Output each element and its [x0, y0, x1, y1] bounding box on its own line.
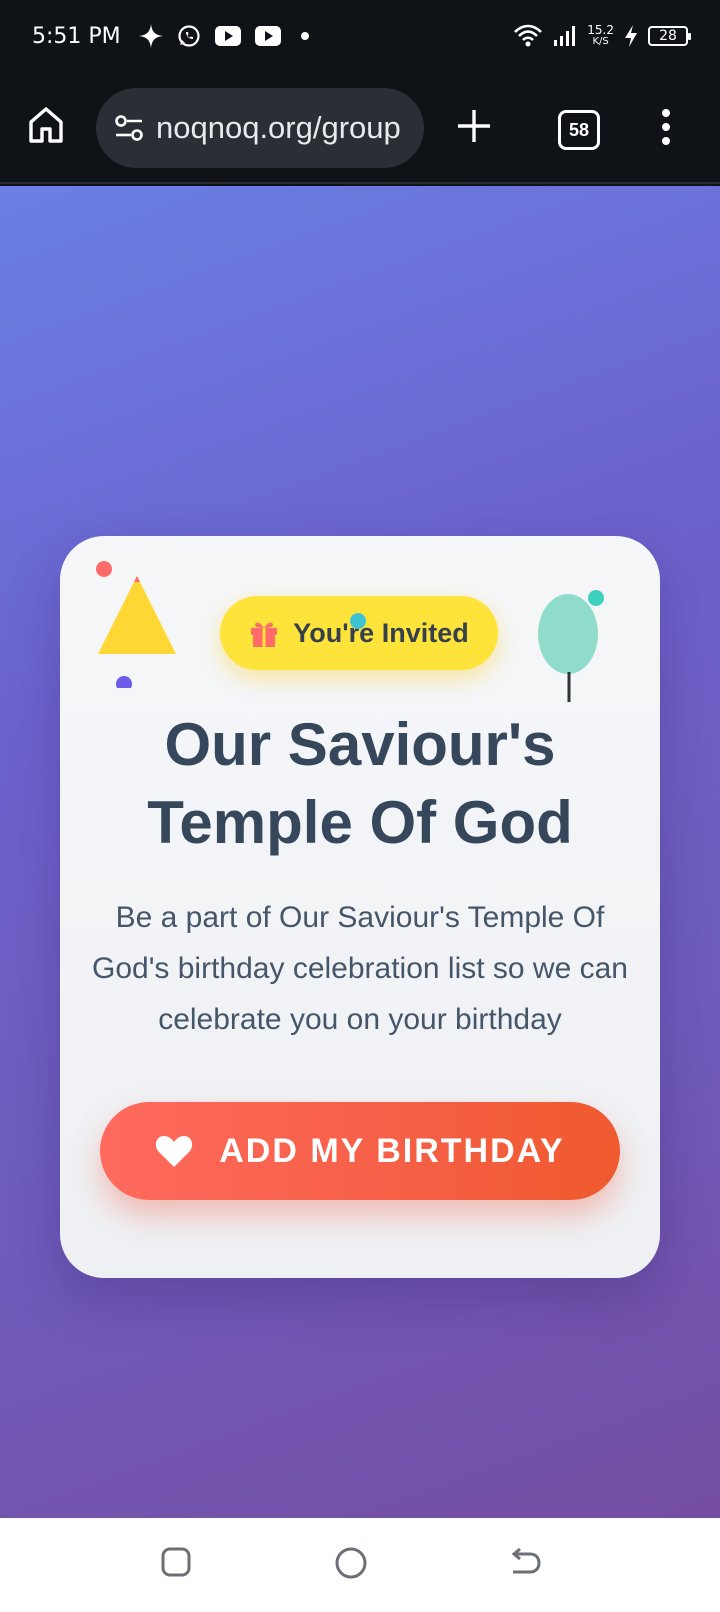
home-circle-icon[interactable]	[334, 1546, 368, 1580]
balloon-decoration-icon	[538, 590, 604, 702]
sparkle-icon	[138, 24, 163, 48]
page-background: You're Invited Our Saviour's Temple Of G…	[0, 186, 720, 1518]
wifi-icon	[513, 24, 543, 48]
add-my-birthday-button[interactable]: ADD MY BIRTHDAY	[100, 1102, 620, 1200]
dot-icon	[295, 31, 315, 41]
net-speed-unit: K/S	[592, 36, 609, 47]
url-text[interactable]: noqnoq.org/group	[156, 110, 401, 146]
more-vert-icon[interactable]	[660, 108, 672, 146]
heart-icon	[155, 1134, 193, 1168]
gift-icon	[249, 618, 279, 648]
title-line-1: Our Saviour's	[164, 711, 556, 778]
back-icon[interactable]	[508, 1546, 542, 1578]
net-speed-value: 15.2	[587, 23, 614, 37]
signal-icon	[553, 25, 577, 47]
address-bar[interactable]: noqnoq.org/group	[96, 88, 424, 168]
status-icons-right: 15.2 K/S 28	[513, 24, 691, 48]
battery-level: 28	[659, 28, 677, 44]
title-line-2: Temple Of God	[147, 789, 573, 856]
description-text: Be a part of Our Saviour's Temple Of God…	[91, 901, 628, 1036]
charging-icon	[624, 25, 638, 47]
status-time: 5:51 PM	[32, 23, 121, 49]
status-bar: 5:51 PM 15.2 K/S 28	[0, 0, 720, 72]
youtube-icon	[214, 26, 241, 46]
whatsapp-icon	[177, 24, 201, 48]
invited-badge: You're Invited	[220, 596, 498, 670]
party-hat-decoration-icon	[96, 561, 176, 688]
status-icons-left	[138, 24, 315, 48]
youtube-icon	[254, 26, 281, 46]
cta-label: ADD MY BIRTHDAY	[219, 1131, 565, 1170]
browser-toolbar: noqnoq.org/group 58	[0, 72, 720, 184]
tabs-icon[interactable]: 58	[558, 110, 600, 150]
home-icon[interactable]	[28, 106, 64, 144]
invite-card: You're Invited Our Saviour's Temple Of G…	[60, 536, 660, 1278]
tab-count: 58	[568, 119, 590, 140]
confetti-dot-icon	[350, 613, 366, 629]
recents-icon[interactable]	[160, 1546, 192, 1578]
tune-icon[interactable]	[114, 115, 144, 141]
net-speed: 15.2 K/S	[587, 24, 614, 48]
plus-icon[interactable]	[456, 108, 492, 144]
battery-icon: 28	[648, 26, 691, 46]
badge-label: You're Invited	[293, 617, 469, 648]
page-title: Our Saviour's Temple Of God	[60, 706, 660, 862]
system-nav-bar	[0, 1518, 720, 1612]
